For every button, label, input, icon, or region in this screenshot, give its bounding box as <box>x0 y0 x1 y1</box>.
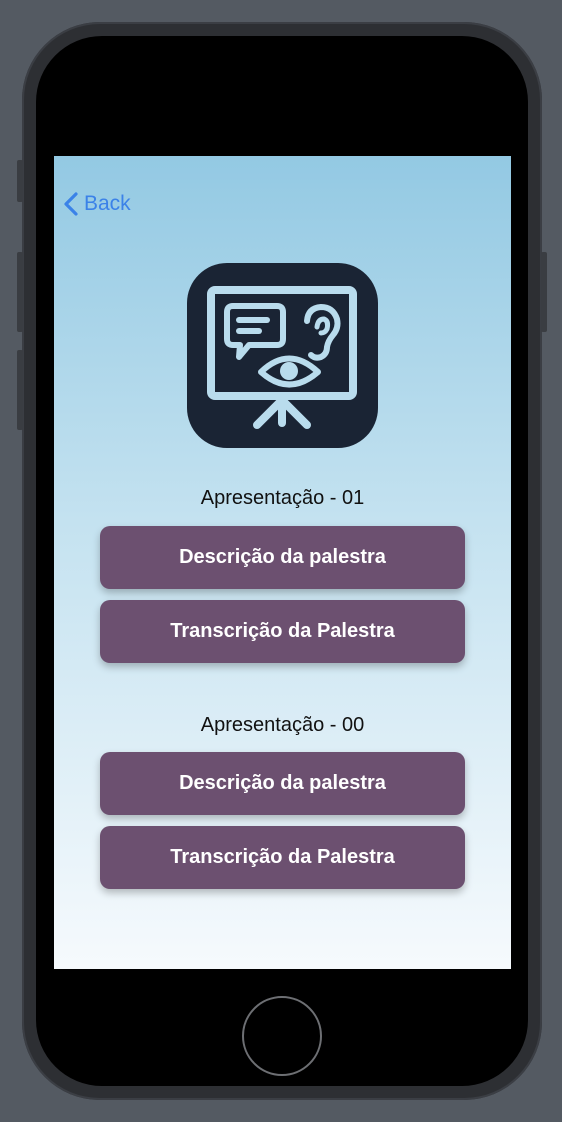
description-button-00[interactable]: Descrição da palestra <box>100 752 465 815</box>
volume-up-button <box>17 252 23 332</box>
description-button-01[interactable]: Descrição da palestra <box>100 526 465 589</box>
presentation-accessibility-icon <box>187 263 378 448</box>
home-button[interactable] <box>242 996 322 1076</box>
power-button <box>541 252 547 332</box>
back-button[interactable]: Back <box>64 192 131 216</box>
chevron-left-icon <box>64 192 78 216</box>
transcription-button-01[interactable]: Transcrição da Palestra <box>100 600 465 663</box>
transcription-button-00[interactable]: Transcrição da Palestra <box>100 826 465 889</box>
mute-switch <box>17 160 23 202</box>
volume-down-button <box>17 350 23 430</box>
back-label: Back <box>84 192 131 215</box>
app-screen: Back Apresentação - 01 Descrição da pale… <box>54 156 511 969</box>
section-title-00: Apresentação - 00 <box>200 714 365 736</box>
section-title-01: Apresentação - 01 <box>200 487 365 509</box>
